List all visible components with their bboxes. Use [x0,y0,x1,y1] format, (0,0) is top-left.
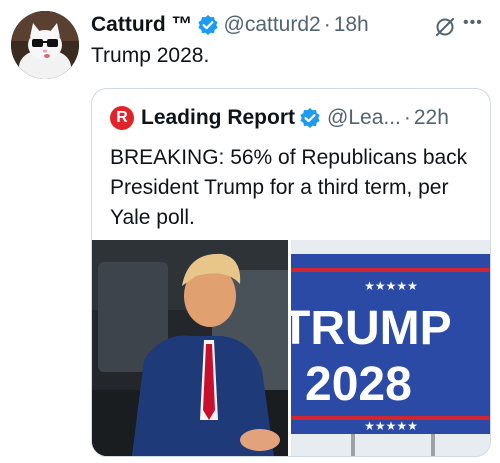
quoted-tweet[interactable]: R Leading Report @Lea... · 22h BREAKING:… [91,88,491,457]
quoted-media[interactable]: ★★★★★ TRUMP 2028 ★★★★★ [92,240,490,456]
quoted-tweet-header: R Leading Report @Lea... · 22h [110,104,449,132]
author-handle[interactable]: @catturd2 [224,13,321,37]
sign-stars-top: ★★★★★ [364,279,418,293]
sign-line1: TRUMP [291,302,452,355]
quoted-timestamp: 22h [413,106,449,129]
verified-badge-icon [299,107,321,129]
separator-dot: · [403,106,411,129]
grok-icon[interactable] [434,16,456,38]
trump-photo[interactable] [92,240,288,456]
quoted-author-handle: @Lea... [327,106,401,129]
tweet-text: Trump 2028. [91,44,210,67]
source-logo[interactable]: R [110,106,134,130]
verified-badge-icon[interactable] [197,14,219,36]
trump-2028-sign-photo[interactable]: ★★★★★ TRUMP 2028 ★★★★★ [291,240,490,456]
separator-dot: · [323,13,331,36]
sign-line2: 2028 [305,358,412,411]
quoted-author-name[interactable]: Leading Report [141,106,295,130]
timestamp[interactable]: 18h [334,13,369,37]
more-icon[interactable]: ••• [463,14,483,32]
author-name[interactable]: Catturd ™ [91,13,193,37]
avatar[interactable] [11,11,79,79]
cat-avatar-image [11,11,79,79]
sign-stars-bottom: ★★★★★ [364,419,418,433]
quoted-tweet-text: BREAKING: 56% of Republicans back Presid… [110,146,468,229]
tweet-header: Catturd ™ @catturd2 · 18h [91,12,369,38]
tweet[interactable]: Catturd ™ @catturd2 · 18h ••• Trump 2028… [0,0,500,463]
